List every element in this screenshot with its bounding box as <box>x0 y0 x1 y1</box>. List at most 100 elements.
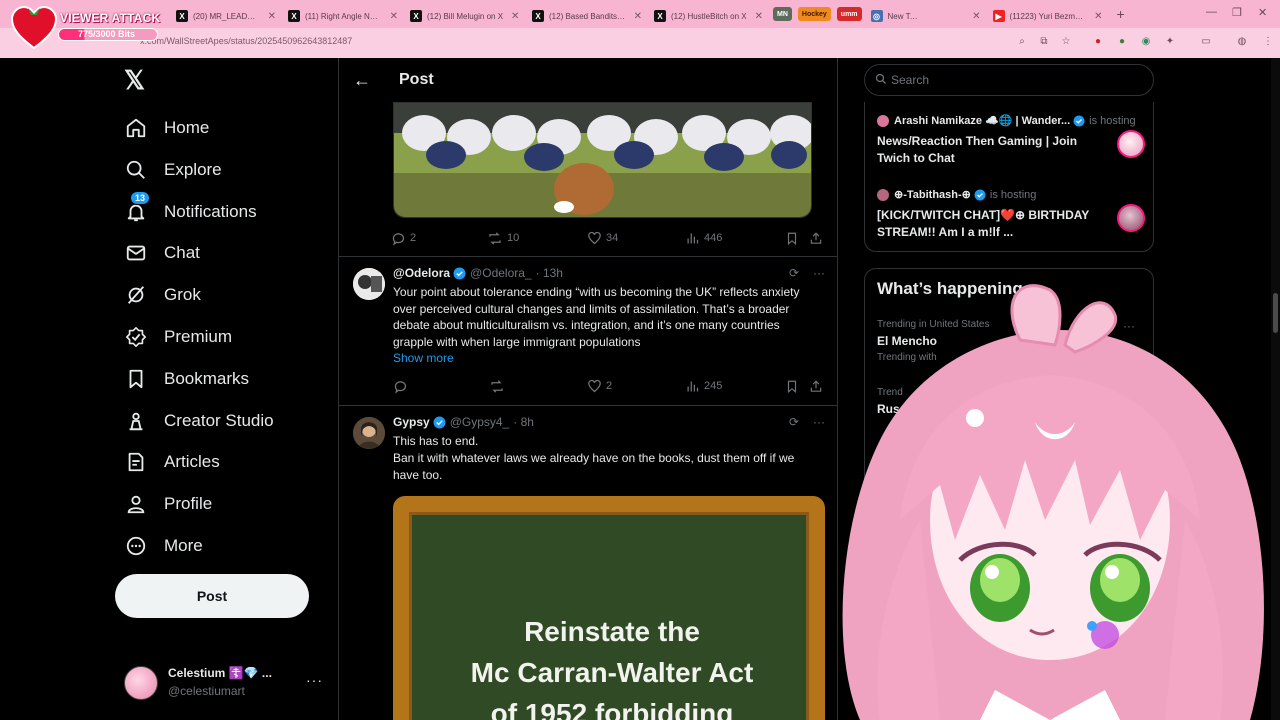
chalkboard-image: Reinstate the Mc Carran-Walter Act of 19… <box>409 512 809 720</box>
more-dots-icon[interactable]: ··· <box>306 672 323 688</box>
author-name[interactable]: @Odelora <box>393 266 450 280</box>
minimize-icon[interactable]: — <box>1206 6 1217 18</box>
show-more-link[interactable]: Show more <box>393 351 454 365</box>
author-name[interactable]: Gypsy <box>393 415 430 429</box>
trend-item[interactable]: Trend Rus <box>877 387 903 416</box>
trend-item[interactable]: Trending in United States El Mencho Tren… <box>877 319 989 363</box>
close-icon[interactable]: ✕ <box>634 11 642 22</box>
sidebar-icon[interactable]: ▭ <box>1200 36 1212 48</box>
browser-tab[interactable]: X (12) Bill Melugin on X ✕ <box>404 5 526 27</box>
back-arrow-icon[interactable]: ← <box>353 70 371 91</box>
views-button[interactable]: 446 <box>685 231 722 246</box>
grok-icon <box>124 283 148 307</box>
nav-item-profile[interactable]: Profile <box>124 490 212 518</box>
browser-tab[interactable]: ▶ (11223) Yuri Bezmenov ✕ <box>987 5 1109 27</box>
extension-icon[interactable]: ◉ <box>1140 36 1152 48</box>
post-tools: ⟳ ··· <box>789 415 825 429</box>
bell-icon: 13 <box>124 191 151 224</box>
close-icon[interactable]: ✕ <box>755 11 763 22</box>
mail-icon <box>124 241 148 265</box>
views-button[interactable]: 245 <box>685 379 722 394</box>
post-time[interactable]: · 13h <box>536 266 563 280</box>
browser-tab[interactable]: X (20) MR_LEADSLINGER ✕ <box>170 5 282 27</box>
viewer-attack-title: VIEWER ATTACK <box>60 11 161 25</box>
grok-icon[interactable]: ⟳ <box>789 415 799 429</box>
pinned-tab-hockey[interactable]: Hockey <box>797 7 831 21</box>
repost-button[interactable] <box>489 379 509 394</box>
share-button[interactable] <box>809 379 827 394</box>
nav-item-notifications[interactable]: 13 Notifications <box>124 191 257 226</box>
reply-icon <box>392 232 405 246</box>
maximize-icon[interactable]: ❐ <box>1232 6 1242 19</box>
reply-button[interactable]: 2 <box>391 231 416 246</box>
nav-item-chat[interactable]: Chat <box>124 239 200 267</box>
search-input[interactable] <box>891 72 1141 88</box>
install-icon[interactable]: ⧉ <box>1038 36 1050 48</box>
browser-tab[interactable]: X (11) Right Angle News ✕ <box>282 5 404 27</box>
close-icon[interactable]: ✕ <box>1094 11 1102 22</box>
more-dots-icon[interactable]: ··· <box>813 266 825 280</box>
like-button[interactable]: 2 <box>587 379 612 394</box>
star-icon[interactable]: ☆ <box>1060 36 1072 48</box>
nav-item-articles[interactable]: Articles <box>124 448 220 476</box>
close-icon[interactable]: ✕ <box>268 11 276 22</box>
url-field[interactable]: x.com/WallStreetApes/status/202545096264… <box>140 36 352 46</box>
bookmark-button[interactable] <box>785 379 803 394</box>
left-navigation: 𝕏 Home Explore 13 Notifications Chat Gro… <box>100 58 338 720</box>
window-close-icon[interactable]: ✕ <box>1258 6 1267 19</box>
like-count: 34 <box>606 232 619 244</box>
pinned-tab-mn[interactable]: MN <box>773 7 792 21</box>
x-logo-icon[interactable]: 𝕏 <box>124 67 148 93</box>
scrollbar-thumb[interactable] <box>1273 293 1278 333</box>
nav-label: Creator Studio <box>164 411 274 430</box>
nav-item-more[interactable]: More <box>124 532 203 560</box>
close-icon[interactable]: ✕ <box>511 11 519 22</box>
more-dots-icon[interactable]: ··· <box>1123 319 1135 333</box>
author-handle[interactable]: @Gypsy4_ <box>450 415 510 429</box>
account-switcher[interactable]: Celestium ☦️💎 ... @celestiumart ··· <box>124 664 334 704</box>
profile-icon[interactable]: ◍ <box>1236 36 1248 48</box>
grok-icon[interactable]: ⟳ <box>789 266 799 280</box>
bookmark-button[interactable] <box>785 231 803 246</box>
browser-tab[interactable]: ◎ New Tab ✕ <box>865 5 987 27</box>
post-video[interactable] <box>393 102 812 218</box>
reply-count: 2 <box>410 232 417 244</box>
browser-tab[interactable]: X (12) Based Bandits on X ✕ <box>526 5 648 27</box>
nav-item-explore[interactable]: Explore <box>124 156 222 184</box>
extensions-puzzle-icon[interactable]: ✦ <box>1164 36 1176 48</box>
post-image[interactable]: Reinstate the Mc Carran-Walter Act of 19… <box>393 496 825 720</box>
share-button[interactable] <box>809 231 827 246</box>
image-text-line: Reinstate the <box>524 616 700 647</box>
nav-label: Grok <box>164 285 201 304</box>
new-tab-plus-icon[interactable]: + <box>1117 6 1125 22</box>
author-handle[interactable]: @Odelora_ <box>470 266 532 280</box>
live-item[interactable]: ⊕-Tabithash-⊕ is hosting [KICK/TWITCH CH… <box>877 188 1147 241</box>
like-button[interactable]: 34 <box>587 231 618 246</box>
extension-icon[interactable]: ● <box>1092 36 1104 48</box>
image-text-line: Mc Carran-Walter Act <box>470 657 754 688</box>
reply-button[interactable] <box>393 379 412 394</box>
more-dots-icon[interactable]: ··· <box>813 415 825 429</box>
nav-label: Bookmarks <box>164 369 250 388</box>
browser-tab[interactable]: X (12) HustleBitch on X ✕ <box>648 5 770 27</box>
search-box[interactable] <box>864 64 1154 96</box>
post-time[interactable]: · 8h <box>513 415 534 429</box>
nav-item-creator-studio[interactable]: Creator Studio <box>124 407 274 435</box>
zoom-icon[interactable]: ⌕ <box>1016 36 1028 48</box>
close-icon[interactable]: ✕ <box>390 11 398 22</box>
scrollbar[interactable] <box>1271 58 1280 720</box>
pinned-tab-umm[interactable]: umm <box>836 7 862 21</box>
repost-button[interactable]: 10 <box>487 231 519 246</box>
extension-icon[interactable]: ● <box>1116 36 1128 48</box>
close-icon[interactable]: ✕ <box>972 11 980 22</box>
nav-item-bookmarks[interactable]: Bookmarks <box>124 365 249 393</box>
live-item[interactable]: Arashi Namikaze ☁️🌐 | Wander... is hosti… <box>877 114 1147 167</box>
verified-badge-icon <box>433 416 446 428</box>
kebab-menu-icon[interactable]: ⋮ <box>1262 36 1274 48</box>
post-button[interactable]: Post <box>115 574 309 618</box>
avatar <box>877 114 889 127</box>
nav-item-grok[interactable]: Grok <box>124 281 201 309</box>
verified-badge-icon <box>974 189 986 200</box>
nav-item-home[interactable]: Home <box>124 114 209 142</box>
nav-item-premium[interactable]: Premium <box>124 323 232 351</box>
